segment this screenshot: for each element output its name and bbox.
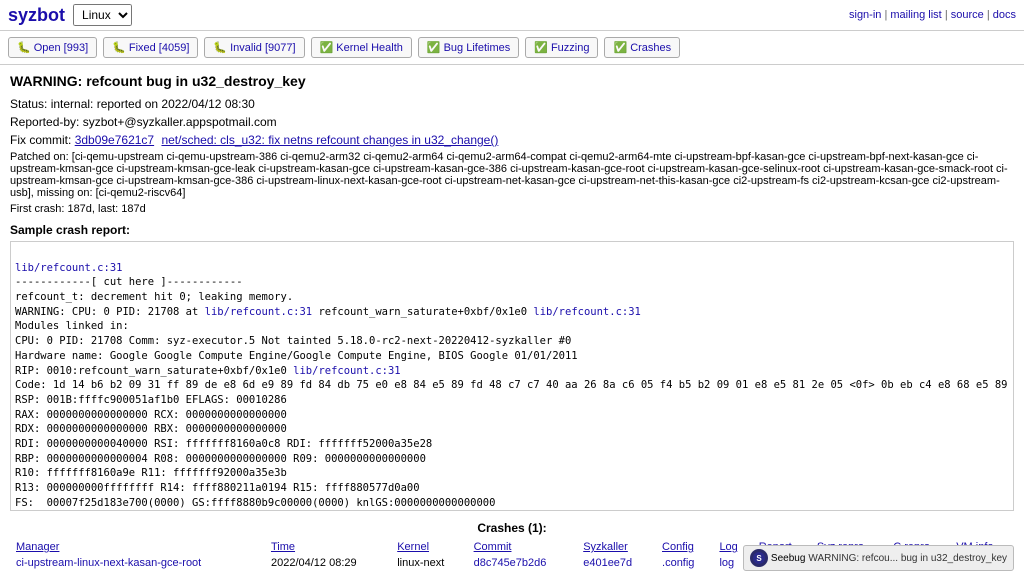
syzkaller-link[interactable]: e401ee7d xyxy=(583,557,632,569)
cell-config: .config xyxy=(656,555,713,571)
nav-btn-fixed[interactable]: 🐛 Fixed [4059] xyxy=(103,37,198,58)
open-btn-label: Open [993] xyxy=(34,42,88,54)
invalid-btn-label: Invalid [9077] xyxy=(230,42,295,54)
bug-title: WARNING: refcount bug in u32_destroy_key xyxy=(10,73,1014,89)
nav-btn-open[interactable]: 🐛 Open [993] xyxy=(8,37,97,58)
fix-commit-path-link[interactable]: net/sched: cls_u32: fix netns refcount c… xyxy=(161,133,498,147)
page-header: syzbot Linux sign-in | mailing list | so… xyxy=(0,0,1024,31)
patched-on-label: Patched on: xyxy=(10,151,69,163)
svg-text:S: S xyxy=(756,554,762,563)
bottom-area: Manager Time Kernel Commit Syzkaller Con… xyxy=(10,539,1014,571)
crashes-section: Crashes (1): Manager Time Kernel Commit … xyxy=(10,521,1014,571)
bug-lifetimes-icon: ✅ xyxy=(427,41,441,54)
kernel-health-icon: ✅ xyxy=(320,41,334,54)
seebug-label: Seebug xyxy=(771,553,805,564)
first-crash-line: First crash: 187d, last: 187d xyxy=(10,203,1014,215)
bug-lifetimes-btn-label: Bug Lifetimes xyxy=(444,42,511,54)
crash-report-title: Sample crash report: xyxy=(10,223,1014,237)
col-kernel[interactable]: Kernel xyxy=(391,539,467,555)
docs-link[interactable]: docs xyxy=(993,9,1016,21)
col-time[interactable]: Time xyxy=(265,539,391,555)
seebug-icon: S xyxy=(750,549,768,567)
crashes-section-title: Crashes (1): xyxy=(10,521,1014,535)
patched-on-items: [ci-qemu-upstream ci-qemu-upstream-386 c… xyxy=(10,151,1008,199)
cell-commit: d8c745e7b2d6 xyxy=(468,555,578,571)
cell-time: 2022/04/12 08:29 xyxy=(265,555,391,571)
crash-report-box[interactable]: lib/refcount.c:31 ------------[ cut here… xyxy=(10,241,1014,511)
reported-by-line: Reported-by: syzbot+@syzkaller.appspotma… xyxy=(10,115,1014,129)
source-link[interactable]: source xyxy=(951,9,984,21)
col-manager[interactable]: Manager xyxy=(10,539,265,555)
patched-on-line: Patched on: [ci-qemu-upstream ci-qemu-up… xyxy=(10,151,1014,199)
seebug-badge[interactable]: S Seebug WARNING: refcou... bug in u32_d… xyxy=(743,545,1014,571)
reported-by-text: Reported-by: syzbot+@syzkaller.appspotma… xyxy=(10,115,277,129)
col-syzkaller[interactable]: Syzkaller xyxy=(577,539,656,555)
cell-syzkaller: e401ee7d xyxy=(577,555,656,571)
cell-kernel: linux-next xyxy=(391,555,467,571)
status-text: Status: internal: reported on 2022/04/12… xyxy=(10,97,255,111)
refcount-link[interactable]: lib/refcount.c:31 xyxy=(205,306,312,318)
nav-btn-kernel-health[interactable]: ✅ Kernel Health xyxy=(311,37,412,58)
nav-btn-crashes[interactable]: ✅ Crashes xyxy=(604,37,680,58)
seebug-preview: WARNING: refcou... bug in u32_destroy_ke… xyxy=(808,553,1007,564)
header-nav: sign-in | mailing list | source | docs xyxy=(849,9,1016,21)
commit-link[interactable]: d8c745e7b2d6 xyxy=(474,557,547,569)
sign-in-link[interactable]: sign-in xyxy=(849,9,881,21)
nav-btn-bug-lifetimes[interactable]: ✅ Bug Lifetimes xyxy=(418,37,519,58)
logo[interactable]: syzbot xyxy=(8,5,65,26)
log-link[interactable]: log xyxy=(719,557,734,569)
fix-commit-line: Fix commit: 3db09e7621c7 net/sched: cls_… xyxy=(10,133,1014,147)
crashes-icon: ✅ xyxy=(613,41,627,54)
open-bug-icon: 🐛 xyxy=(17,41,31,54)
invalid-bug-icon: 🐛 xyxy=(213,41,227,54)
crashes-btn-label: Crashes xyxy=(630,42,671,54)
linux-select[interactable]: Linux xyxy=(73,4,132,26)
fuzzing-btn-label: Fuzzing xyxy=(551,42,590,54)
header-left: syzbot Linux xyxy=(8,4,132,26)
cell-manager: ci-upstream-linux-next-kasan-gce-root xyxy=(10,555,265,571)
mailing-list-link[interactable]: mailing list xyxy=(890,9,941,21)
seebug-svg-icon: S xyxy=(752,551,766,565)
nav-btn-fuzzing[interactable]: ✅ Fuzzing xyxy=(525,37,598,58)
col-commit[interactable]: Commit xyxy=(468,539,578,555)
main-content: WARNING: refcount bug in u32_destroy_key… xyxy=(0,65,1024,579)
manager-link[interactable]: ci-upstream-linux-next-kasan-gce-root xyxy=(16,557,201,569)
nav-btn-invalid[interactable]: 🐛 Invalid [9077] xyxy=(204,37,304,58)
refcount-c-link1[interactable]: lib/refcount.c:31 xyxy=(15,262,122,274)
status-line: Status: internal: reported on 2022/04/12… xyxy=(10,97,1014,111)
refcount-c-link2[interactable]: lib/refcount.c:31 xyxy=(533,306,640,318)
fixed-bug-icon: 🐛 xyxy=(112,41,126,54)
fuzzing-icon: ✅ xyxy=(534,41,548,54)
fix-commit-label: Fix commit: xyxy=(10,133,71,147)
col-config[interactable]: Config xyxy=(656,539,713,555)
config-link[interactable]: .config xyxy=(662,557,694,569)
nav-buttons-bar: 🐛 Open [993] 🐛 Fixed [4059] 🐛 Invalid [9… xyxy=(0,31,1024,65)
kernel-health-btn-label: Kernel Health xyxy=(336,42,403,54)
refcount-rip-link[interactable]: lib/refcount.c:31 xyxy=(293,365,400,377)
fixed-btn-label: Fixed [4059] xyxy=(129,42,190,54)
fix-commit-hash-link[interactable]: 3db09e7621c7 xyxy=(75,133,154,147)
